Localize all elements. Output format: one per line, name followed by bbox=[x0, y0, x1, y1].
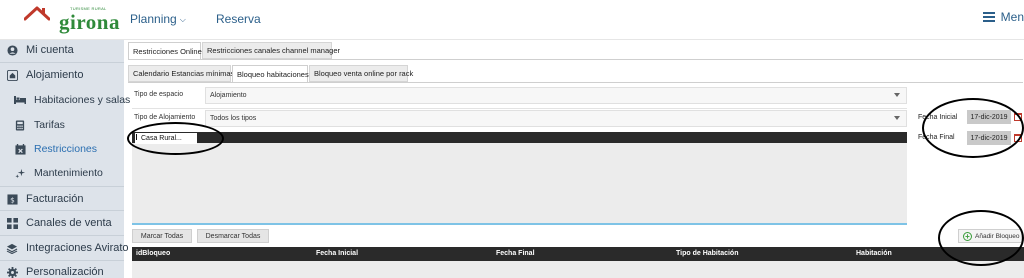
calendar-icon[interactable] bbox=[1014, 134, 1022, 142]
sidebar-item-integraciones[interactable]: Integraciones Avirato bbox=[0, 236, 129, 260]
tab-label: Calendario Estancias mínimas bbox=[133, 69, 235, 78]
sidebar-item-label: Personalización bbox=[26, 266, 104, 278]
chevron-down-icon: ⌵ bbox=[179, 15, 186, 24]
svg-text:$: $ bbox=[10, 195, 15, 204]
user-circle-icon bbox=[6, 44, 18, 56]
sidebar-item-label: Integraciones Avirato bbox=[26, 242, 129, 254]
invoice-icon: $ bbox=[6, 193, 18, 205]
tree-node-label: Casa Rural... bbox=[141, 135, 182, 142]
caret-down-icon bbox=[894, 93, 900, 97]
sidebar-item-label: Tarifas bbox=[34, 119, 65, 131]
tab-label: Restricciones Online bbox=[133, 46, 202, 56]
highlight-ellipse bbox=[922, 98, 1024, 158]
nav-planning-label: Planning bbox=[130, 12, 177, 26]
tab-label: Restricciones canales channel manager bbox=[207, 46, 340, 55]
alojamiento-tree bbox=[132, 132, 907, 225]
tipo-alojamiento-select[interactable]: Todos los tipos bbox=[205, 110, 907, 127]
tree-node-casa-rural[interactable]: Casa Rural... bbox=[135, 133, 197, 144]
nav-planning[interactable]: Planning ⌵ bbox=[130, 12, 186, 26]
tab-divider bbox=[128, 59, 1023, 60]
bloqueos-table-header: idBloqueo Fecha Inicial Fecha Final Tipo… bbox=[132, 247, 1024, 261]
grid-icon bbox=[6, 217, 18, 229]
column-header[interactable]: Fecha Inicial bbox=[316, 250, 358, 257]
nav-reserva-label: Reserva bbox=[216, 12, 261, 26]
tab-divider bbox=[128, 82, 1023, 83]
sidebar-item-label: Mi cuenta bbox=[26, 44, 74, 56]
column-header[interactable]: idBloqueo bbox=[136, 250, 170, 257]
sidebar-item-label: Restricciones bbox=[34, 143, 98, 155]
sidebar: Mi cuenta Alojamiento Habitaciones y sal… bbox=[0, 38, 130, 278]
tipo-espacio-value: Alojamiento bbox=[210, 92, 247, 99]
fecha-inicial-label: Fecha Inicial bbox=[918, 114, 958, 121]
column-header[interactable]: Habitación bbox=[856, 250, 892, 257]
sidebar-item-label: Alojamiento bbox=[26, 69, 84, 81]
sidebar-item-label: Facturación bbox=[26, 193, 84, 205]
tipo-espacio-select[interactable]: Alojamiento bbox=[205, 87, 907, 104]
layers-icon bbox=[6, 242, 18, 254]
tree-header-bar bbox=[132, 132, 907, 143]
tab-bloqueo-venta-online[interactable]: Bloqueo venta online por rack bbox=[309, 65, 413, 82]
add-bloqueo-button[interactable]: + Añadir Bloqueo bbox=[958, 229, 1022, 243]
desmarcar-todas-button[interactable]: Desmarcar Todas bbox=[197, 229, 269, 243]
menu-label: Men bbox=[1000, 10, 1024, 24]
calculator-icon bbox=[14, 119, 26, 131]
add-bloqueo-label: Añadir Bloqueo bbox=[975, 232, 1020, 240]
house-icon bbox=[6, 69, 18, 81]
top-bar: TURISME RURAL girona Planning ⌵ Reserva M… bbox=[0, 0, 1024, 40]
tipo-alojamiento-label: Tipo de Alojamiento bbox=[134, 114, 196, 121]
sidebar-item-restricciones[interactable]: Restricciones bbox=[0, 137, 124, 161]
plus-circle-icon: + bbox=[963, 231, 972, 241]
bed-icon bbox=[14, 94, 26, 106]
sidebar-item-habitaciones[interactable]: Habitaciones y salas bbox=[0, 88, 130, 112]
fecha-final-input[interactable]: 17-dic-2019 bbox=[967, 131, 1011, 145]
column-header[interactable]: Fecha Final bbox=[496, 250, 535, 257]
bloqueos-table-body bbox=[132, 261, 1024, 278]
menu-button[interactable]: Men bbox=[982, 10, 1024, 24]
sidebar-item-mi-cuenta[interactable]: Mi cuenta bbox=[0, 38, 124, 62]
marcar-todas-button[interactable]: Marcar Todas bbox=[132, 229, 192, 243]
fecha-inicial-input[interactable]: 17-dic-2019 bbox=[967, 110, 1011, 124]
caret-down-icon bbox=[894, 116, 900, 120]
logo[interactable]: TURISME RURAL girona bbox=[22, 2, 119, 38]
calendar-x-icon bbox=[14, 143, 26, 155]
tab-restricciones-online[interactable]: Restricciones Online bbox=[128, 42, 202, 59]
column-header[interactable]: Tipo de Habitación bbox=[676, 250, 739, 257]
hamburger-icon bbox=[982, 12, 995, 22]
sidebar-item-label: Mantenimiento bbox=[34, 167, 103, 179]
sidebar-item-canales[interactable]: Canales de venta bbox=[0, 211, 124, 235]
sidebar-item-mantenimiento[interactable]: Mantenimiento bbox=[0, 161, 124, 185]
nav-reserva[interactable]: Reserva bbox=[216, 12, 261, 26]
tab-bloqueo-habitaciones[interactable]: Bloqueo habitaciones bbox=[232, 65, 309, 82]
sidebar-item-tarifas[interactable]: Tarifas bbox=[0, 113, 124, 137]
sidebar-item-personalizacion[interactable]: Personalización bbox=[0, 260, 124, 278]
tab-restricciones-channel-manager[interactable]: Restricciones canales channel manager bbox=[202, 42, 340, 59]
tab-label: Bloqueo habitaciones bbox=[237, 69, 309, 79]
gear-icon bbox=[6, 266, 18, 278]
tab-calendario-estancias[interactable]: Calendario Estancias mínimas bbox=[128, 65, 235, 82]
sidebar-item-facturacion[interactable]: $ Facturación bbox=[0, 187, 124, 211]
calendar-icon[interactable] bbox=[1014, 113, 1022, 121]
tipo-espacio-label: Tipo de espacio bbox=[134, 91, 184, 98]
row-divider bbox=[132, 108, 907, 109]
fecha-final-label: Fecha Final bbox=[918, 134, 955, 141]
tipo-alojamiento-value: Todos los tipos bbox=[210, 115, 257, 122]
checkbox-icon bbox=[136, 134, 139, 140]
sidebar-item-label: Habitaciones y salas bbox=[34, 94, 131, 106]
sparkle-icon bbox=[14, 167, 26, 179]
house-roof-icon bbox=[24, 6, 50, 21]
sidebar-item-alojamiento[interactable]: Alojamiento bbox=[0, 63, 124, 87]
logo-brand: girona bbox=[59, 10, 120, 34]
sidebar-item-label: Canales de venta bbox=[26, 217, 112, 229]
tab-label: Bloqueo venta online por rack bbox=[314, 69, 414, 78]
